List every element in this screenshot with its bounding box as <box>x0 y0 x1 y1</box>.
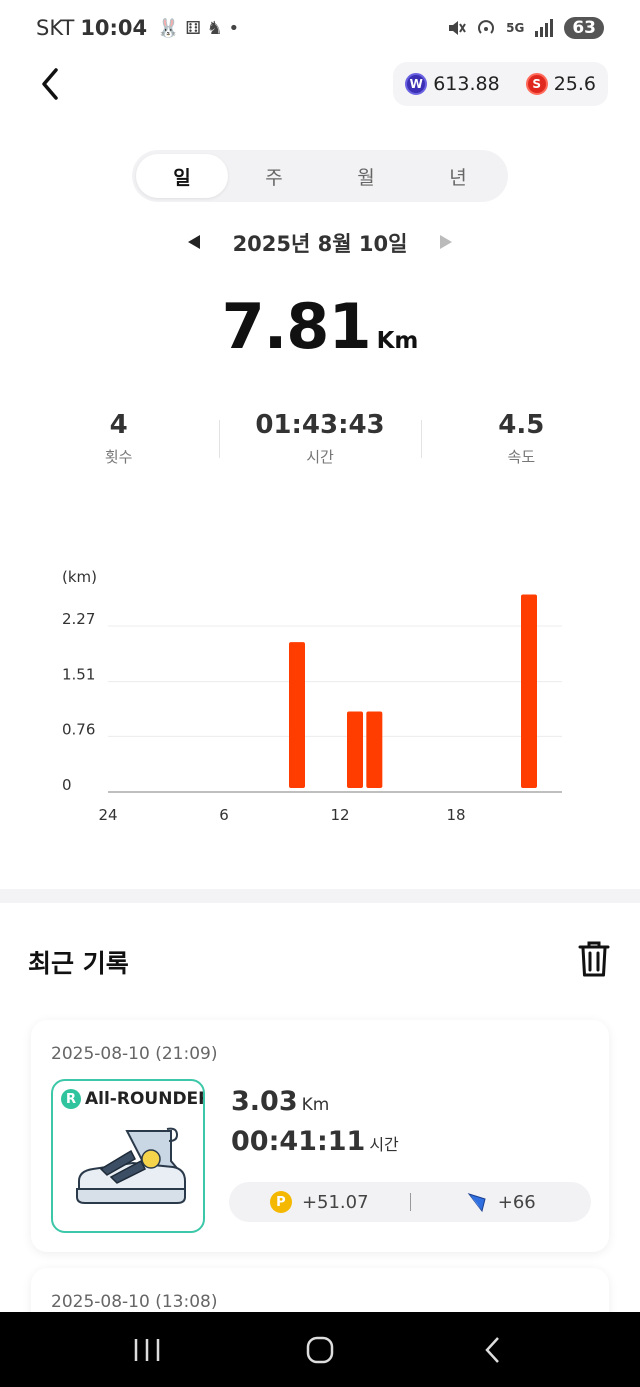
x-tick-label: 18 <box>446 806 465 824</box>
record-distance-unit: Km <box>301 1095 330 1115</box>
s-coin-value: 25.6 <box>553 73 596 95</box>
x-tick-label: 24 <box>98 806 117 824</box>
battery-indicator: 63 <box>564 17 604 39</box>
y-tick-label: 0 <box>62 776 72 794</box>
chart-bar <box>366 711 383 788</box>
chart-bar <box>521 594 537 788</box>
wallet-balance[interactable]: W 613.88 S 25.6 <box>393 62 608 106</box>
chart-bar <box>347 711 363 788</box>
y-tick-label: 1.51 <box>62 666 95 684</box>
total-distance: 7.81 Km <box>0 290 640 363</box>
trash-icon <box>578 941 610 977</box>
recent-apps-icon <box>134 1338 159 1361</box>
chevron-left-icon <box>485 1336 500 1363</box>
chevron-left-icon <box>42 68 58 100</box>
y-tick-label: 2.27 <box>62 610 95 628</box>
back-button[interactable] <box>32 62 72 106</box>
back-nav-button[interactable] <box>471 1328 515 1372</box>
y-axis-unit-label: (km) <box>62 568 97 586</box>
network-label: 5G <box>506 21 525 35</box>
stat-value: 4.5 <box>498 410 545 440</box>
signal-icon <box>535 19 554 37</box>
record-distance-value: 3.03 <box>231 1086 298 1117</box>
tab-week[interactable]: 주 <box>228 154 320 198</box>
period-tabs: 일 주 월 년 <box>132 150 508 202</box>
reward-gems-value: +66 <box>497 1191 536 1213</box>
tab-day[interactable]: 일 <box>136 154 228 198</box>
gem-icon <box>467 1193 486 1213</box>
w-coin-value: 613.88 <box>433 73 500 95</box>
stat-speed: 4.5 속도 <box>420 410 622 470</box>
stat-count: 4 횟수 <box>18 410 219 470</box>
record-date: 2025-08-10 (13:08) <box>51 1292 218 1312</box>
next-date-button[interactable] <box>434 230 458 254</box>
stat-label: 시간 <box>306 448 334 466</box>
point-coin-icon: P <box>269 1191 292 1213</box>
tab-month[interactable]: 월 <box>320 154 412 198</box>
triangle-right-icon <box>440 235 452 249</box>
s-coin-icon: S <box>525 73 548 95</box>
delete-button[interactable] <box>578 940 610 978</box>
record-duration-value: 00:41:11 <box>231 1126 366 1157</box>
notification-icons: 🐰 ⚅ ♞ • <box>157 17 240 39</box>
record-card[interactable]: 2025-08-10 (21:09) R All-ROUNDER 3.03 Km … <box>31 1020 609 1252</box>
system-nav-bar <box>0 1312 640 1387</box>
home-button[interactable] <box>298 1328 342 1372</box>
stat-time: 01:43:43 시간 <box>219 410 420 470</box>
record-duration: 00:41:11 시간 <box>231 1126 399 1157</box>
distance-value: 7.81 <box>221 290 372 363</box>
stats-row: 4 횟수 01:43:43 시간 4.5 속도 <box>18 410 622 470</box>
mute-icon <box>449 21 466 35</box>
rarity-badge: R <box>61 1089 81 1109</box>
shoe-type-label: All-ROUNDER <box>85 1089 205 1109</box>
stat-label: 속도 <box>507 448 536 466</box>
hourly-distance-chart: (km) 0 0.76 1.51 2.27 24 6 12 18 <box>0 540 640 840</box>
distance-unit: Km <box>376 328 419 354</box>
record-duration-unit: 시간 <box>369 1135 399 1154</box>
y-tick-label: 0.76 <box>62 720 95 738</box>
recent-apps-button[interactable] <box>125 1328 169 1372</box>
x-tick-label: 6 <box>219 806 229 824</box>
chart-canvas: (km) 0 0.76 1.51 2.27 24 6 12 18 <box>62 568 562 824</box>
stat-value: 01:43:43 <box>255 410 385 440</box>
tab-year[interactable]: 년 <box>412 154 504 198</box>
clock: 10:04 <box>80 16 148 40</box>
reward-points: P +51.07 <box>229 1191 410 1213</box>
reward-bar: P +51.07 +66 <box>229 1182 591 1222</box>
stat-label: 횟수 <box>104 448 133 466</box>
hotspot-icon <box>478 20 495 34</box>
w-coin-icon: W <box>405 73 428 95</box>
carrier-label: SKT <box>36 16 75 40</box>
home-icon <box>306 1336 334 1363</box>
status-bar: SKT 10:04 🐰 ⚅ ♞ • 5G 63 <box>0 0 640 60</box>
reward-points-value: +51.07 <box>301 1191 369 1213</box>
recent-records-title: 최근 기록 <box>28 949 129 978</box>
stat-value: 4 <box>109 410 128 440</box>
section-divider <box>0 889 640 903</box>
x-tick-label: 12 <box>330 806 349 824</box>
record-distance: 3.03 Km <box>231 1086 329 1117</box>
date-label: 2025년 8월 10일 <box>232 232 408 256</box>
reward-gems: +66 <box>411 1191 592 1213</box>
chart-bar <box>289 642 305 788</box>
sneaker-icon <box>76 1127 186 1204</box>
date-navigator: 2025년 8월 10일 <box>0 222 640 262</box>
record-date: 2025-08-10 (21:09) <box>51 1044 218 1064</box>
shoe-thumbnail: R All-ROUNDER <box>51 1079 205 1233</box>
